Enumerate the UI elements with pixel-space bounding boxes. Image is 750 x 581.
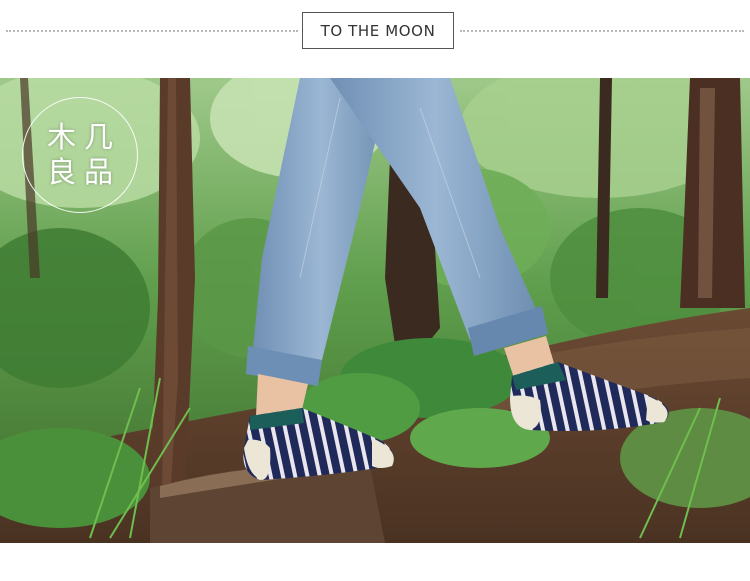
header: TO THE MOON (0, 0, 750, 62)
logo-char-3: 良 (46, 155, 76, 189)
dotted-divider-right (460, 30, 744, 32)
logo-char-1: 木 (46, 119, 76, 154)
logo-char-2: 几 (83, 119, 113, 154)
logo-char-4: 品 (83, 155, 113, 189)
dotted-divider-left (6, 30, 298, 32)
brand-logo-seal: 木 几 良 品 (22, 97, 138, 213)
page-title: TO THE MOON (302, 12, 454, 49)
